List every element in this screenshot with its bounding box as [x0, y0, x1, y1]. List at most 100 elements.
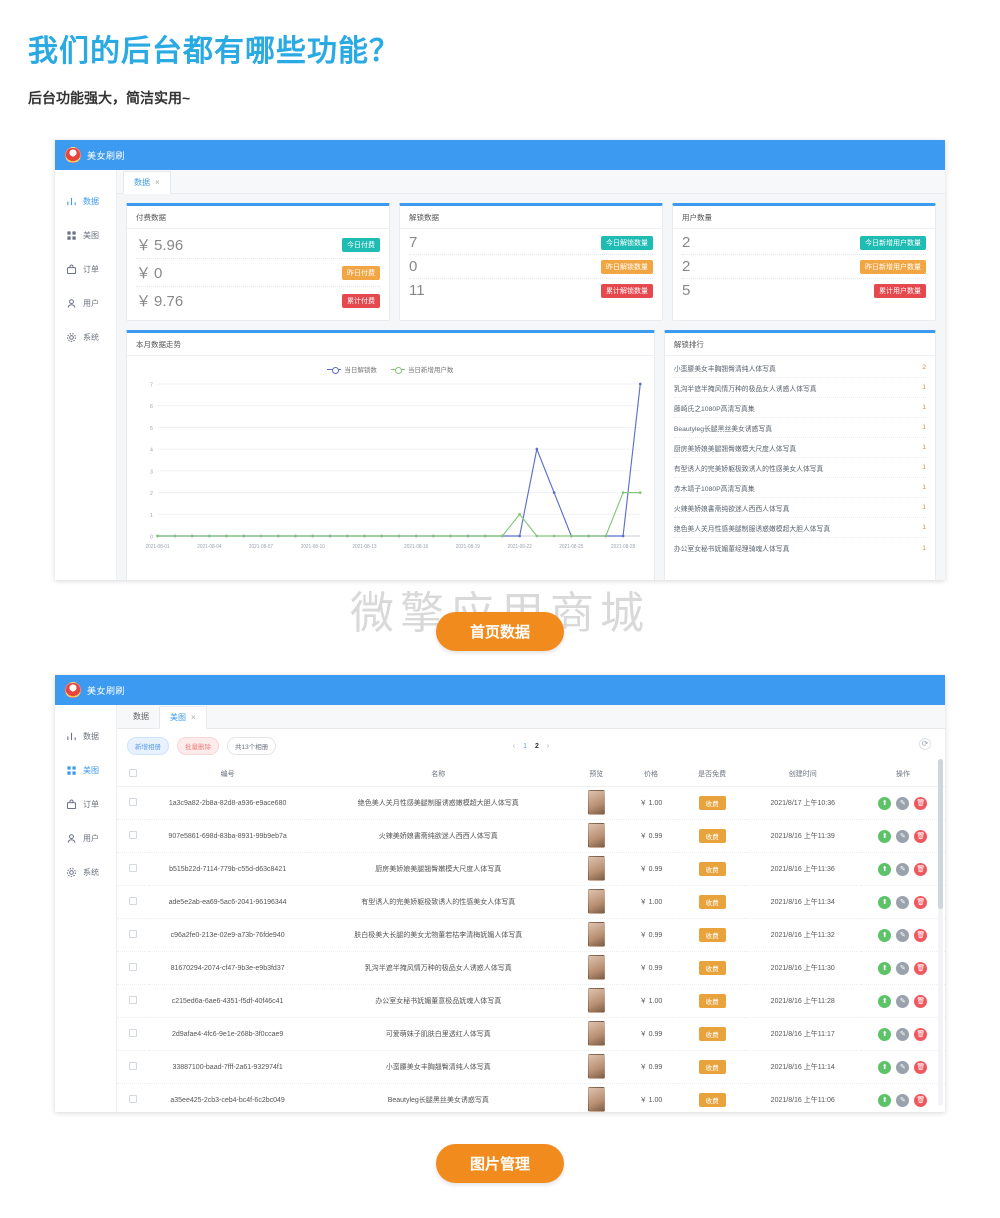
delete-icon[interactable]: 🗑 — [914, 796, 928, 810]
cell-preview — [569, 786, 623, 820]
edit-icon[interactable]: ✎ — [896, 1093, 910, 1107]
delete-icon[interactable]: 🗑 — [914, 829, 928, 843]
row-checkbox[interactable] — [128, 798, 137, 806]
edit-icon[interactable]: ✎ — [896, 895, 910, 909]
ranking-count: 1 — [922, 484, 926, 491]
pagination-page[interactable]: 2 — [535, 743, 539, 750]
upload-icon[interactable]: ⬆ — [878, 895, 892, 909]
edit-icon[interactable]: ✎ — [896, 1060, 910, 1074]
cell-id: b515b22d-7114-779b-c55d-d63c8421 — [148, 852, 307, 886]
row-checkbox[interactable] — [128, 1095, 137, 1103]
svg-text:2: 2 — [150, 491, 153, 497]
preview-thumbnail[interactable] — [587, 921, 605, 947]
sidebar-item-label: 系统 — [83, 332, 99, 342]
row-checkbox[interactable] — [128, 963, 137, 971]
select-all-checkbox[interactable] — [128, 769, 137, 777]
preview-thumbnail[interactable] — [587, 987, 605, 1013]
operation-buttons: ⬆ ✎ 🗑 — [863, 796, 943, 810]
preview-thumbnail[interactable] — [587, 789, 605, 815]
tab-数据[interactable]: 数据 × — [123, 171, 171, 194]
pagination-prev[interactable]: ‹ — [513, 743, 515, 750]
edit-icon[interactable]: ✎ — [896, 1027, 910, 1041]
edit-icon[interactable]: ✎ — [896, 796, 910, 810]
edit-icon[interactable]: ✎ — [896, 829, 910, 843]
upload-icon[interactable]: ⬆ — [878, 796, 892, 810]
delete-icon[interactable]: 🗑 — [914, 1027, 928, 1041]
edit-icon[interactable]: ✎ — [896, 862, 910, 876]
svg-text:2021-08-28: 2021-08-28 — [611, 544, 635, 550]
svg-text:2021-08-25: 2021-08-25 — [559, 544, 583, 550]
edit-icon[interactable]: ✎ — [896, 961, 910, 975]
pagination-page[interactable]: 1 — [523, 743, 527, 750]
upload-icon[interactable]: ⬆ — [878, 1093, 892, 1107]
gallery-table-area: 新增相册 批量删除 共13个相册 ‹ 1 2 › ⟳ 编号 名称 预览 价格 是否免费 创建时间… — [117, 729, 945, 1112]
sidebar-item-美图[interactable]: 美图 — [55, 218, 116, 252]
preview-thumbnail[interactable] — [587, 954, 605, 980]
svg-text:2021-08-16: 2021-08-16 — [404, 544, 428, 550]
upload-icon[interactable]: ⬆ — [878, 928, 892, 942]
sidebar-item-系统[interactable]: 系统 — [55, 855, 116, 889]
delete-icon[interactable]: 🗑 — [914, 994, 928, 1008]
sidebar-item-用户[interactable]: 用户 — [55, 286, 116, 320]
table-body: 1a3c9a82-2b8a-82d8-a936-e9ace680 绝色美人关月性感… — [117, 786, 945, 1112]
cell-time: 2021/8/16 上午11:28 — [744, 984, 861, 1018]
sidebar-item-用户[interactable]: 用户 — [55, 821, 116, 855]
cell-operations: ⬆ ✎ 🗑 — [860, 852, 945, 886]
batch-delete-button[interactable]: 批量删除 — [177, 737, 219, 755]
tab-数据[interactable]: 数据 — [123, 705, 159, 728]
stat-value: ￥ 5.96 — [136, 234, 183, 255]
row-checkbox[interactable] — [128, 996, 137, 1004]
upload-icon[interactable]: ⬆ — [878, 1060, 892, 1074]
row-checkbox[interactable] — [128, 864, 137, 872]
delete-icon[interactable]: 🗑 — [914, 895, 928, 909]
delete-icon[interactable]: 🗑 — [914, 928, 928, 942]
album-count-label: 共13个相册 — [227, 737, 277, 755]
delete-icon[interactable]: 🗑 — [914, 862, 928, 876]
new-album-button[interactable]: 新增相册 — [127, 737, 169, 755]
row-checkbox[interactable] — [128, 831, 137, 839]
upload-icon[interactable]: ⬆ — [878, 1027, 892, 1041]
cell-free: 收费 — [679, 819, 745, 853]
sidebar-item-数据[interactable]: 数据 — [55, 184, 116, 218]
edit-icon[interactable]: ✎ — [896, 994, 910, 1008]
row-checkbox[interactable] — [128, 1029, 137, 1037]
cell-preview — [569, 951, 623, 985]
pagination[interactable]: ‹ 1 2 › — [513, 743, 550, 750]
close-icon[interactable]: × — [191, 713, 196, 722]
tab-美图[interactable]: 美图 × — [159, 706, 207, 729]
upload-icon[interactable]: ⬆ — [878, 862, 892, 876]
delete-icon[interactable]: 🗑 — [914, 1060, 928, 1074]
row-checkbox[interactable] — [128, 930, 137, 938]
cell-operations: ⬆ ✎ 🗑 — [860, 918, 945, 952]
sidebar-item-系统[interactable]: 系统 — [55, 320, 116, 354]
delete-icon[interactable]: 🗑 — [914, 1093, 928, 1107]
edit-icon[interactable]: ✎ — [896, 928, 910, 942]
row-select-cell — [117, 786, 149, 820]
scrollbar-thumb[interactable] — [938, 759, 943, 909]
preview-thumbnail[interactable] — [587, 1053, 605, 1079]
pagination-next[interactable]: › — [547, 743, 549, 750]
preview-thumbnail[interactable] — [587, 1020, 605, 1046]
row-checkbox[interactable] — [128, 897, 137, 905]
sidebar-item-数据[interactable]: 数据 — [55, 719, 116, 753]
row-checkbox[interactable] — [128, 1062, 137, 1070]
ranking-row: 火辣美娇娘書斋纯欲迷人西西人体写真 1 — [673, 498, 926, 518]
preview-thumbnail[interactable] — [587, 855, 605, 881]
sidebar-item-订单[interactable]: 订单 — [55, 252, 116, 286]
preview-thumbnail[interactable] — [587, 888, 605, 914]
preview-thumbnail[interactable] — [587, 822, 605, 848]
delete-icon[interactable]: 🗑 — [914, 961, 928, 975]
sidebar-item-美图[interactable]: 美图 — [55, 753, 116, 787]
legend-item[interactable]: 当日解锁数 — [327, 364, 377, 374]
preview-thumbnail[interactable] — [587, 1086, 605, 1112]
upload-icon[interactable]: ⬆ — [878, 994, 892, 1008]
upload-icon[interactable]: ⬆ — [878, 829, 892, 843]
user-icon — [66, 833, 77, 844]
refresh-icon[interactable]: ⟳ — [919, 738, 931, 750]
app-titlebar-2: 美女刷刷 — [55, 675, 945, 705]
sidebar-item-订单[interactable]: 订单 — [55, 787, 116, 821]
stat-number: 11 — [409, 282, 425, 299]
close-icon[interactable]: × — [155, 178, 160, 187]
legend-item[interactable]: 当日新增用户数 — [390, 364, 453, 374]
upload-icon[interactable]: ⬆ — [878, 961, 892, 975]
